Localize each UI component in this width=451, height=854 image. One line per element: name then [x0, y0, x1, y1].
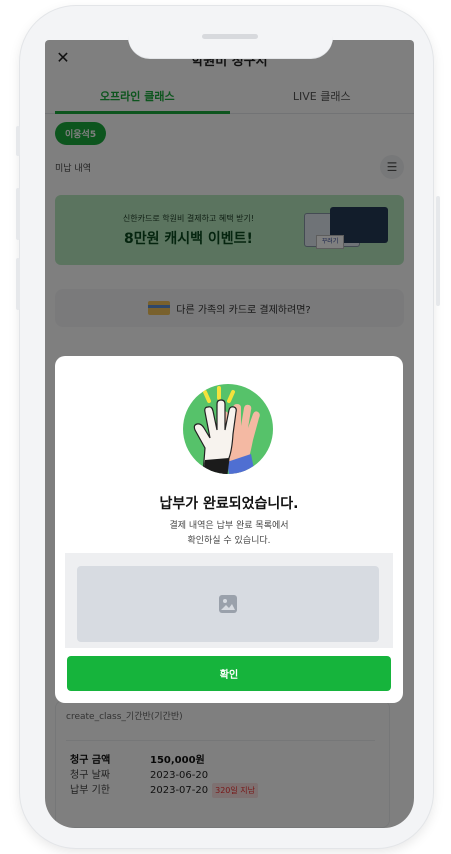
modal-desc-line: 결제 내역은 납부 완료 목록에서: [169, 521, 289, 531]
high-five-icon: [183, 384, 273, 474]
image-area: [65, 553, 393, 648]
phone-notch: [128, 6, 333, 58]
phone-side-button: [16, 188, 20, 240]
payment-complete-modal: 납부가 완료되었습니다. 결제 내역은 납부 완료 목록에서 확인하실 수 있습…: [55, 356, 403, 703]
modal-title: 납부가 완료되었습니다.: [159, 496, 299, 512]
phone-side-button: [16, 258, 20, 310]
modal-desc-line: 확인하실 수 있습니다.: [187, 536, 271, 546]
modal-description: 결제 내역은 납부 완료 목록에서 확인하실 수 있습니다.: [55, 519, 403, 549]
phone-side-button: [436, 196, 440, 306]
confirm-button[interactable]: 확인: [67, 656, 391, 691]
image-placeholder: [77, 566, 379, 642]
image-placeholder-icon: [219, 595, 237, 613]
phone-side-button: [16, 126, 20, 156]
phone-speaker: [202, 34, 258, 39]
